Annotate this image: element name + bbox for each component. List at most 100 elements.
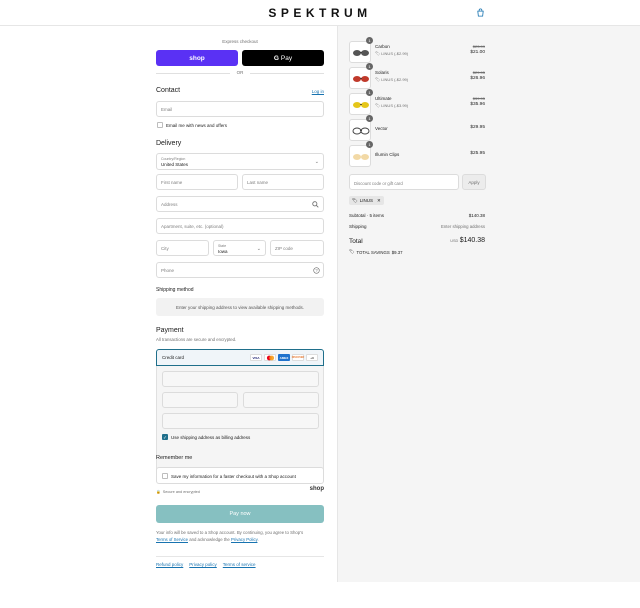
legal-line: Your info will be saved to a Shop accoun… xyxy=(156,530,304,535)
state-value: Iowa xyxy=(218,249,228,254)
pay-now-button[interactable]: Pay now xyxy=(156,505,324,523)
express-checkout-title: Express checkout xyxy=(222,39,258,44)
country-value: United States xyxy=(161,162,189,167)
login-link[interactable]: Log in xyxy=(312,89,324,94)
quantity-badge: 1 xyxy=(366,115,373,122)
subtotal-label: Subtotal · 5 items xyxy=(349,213,385,218)
product-thumbnail xyxy=(349,41,371,63)
apartment-field[interactable]: Apartment, suite, etc. (optional) xyxy=(156,218,324,234)
chevron-down-icon: ⌄ xyxy=(314,159,319,165)
item-price: $21.00 xyxy=(470,50,485,55)
secure-encrypted: 🔒 Secure and encrypted xyxy=(156,489,200,495)
terms-link[interactable]: Terms of Service xyxy=(156,537,188,542)
line-item: 1 Ultimate 🏷 LINUS (-$3.99) $39.95 $35.9… xyxy=(349,89,485,115)
email-field[interactable]: Email xyxy=(156,101,324,117)
apply-discount-button[interactable]: Apply xyxy=(462,174,486,190)
zip-placeholder: ZIP code xyxy=(275,246,293,251)
close-icon[interactable]: ✕ xyxy=(377,198,381,204)
item-discount-text: LINUS (-$2.99) xyxy=(381,77,409,82)
discount-code-input[interactable]: Discount code or gift card xyxy=(349,174,459,190)
amex-icon: AMEX xyxy=(278,354,290,361)
shipping-value: Enter shipping address xyxy=(441,224,485,229)
privacy-link[interactable]: Privacy Policy xyxy=(231,537,257,542)
item-original-price: $29.95 xyxy=(472,70,485,75)
header: SPEKTRUM xyxy=(0,0,640,26)
card-number-field[interactable] xyxy=(162,371,319,387)
phone-field[interactable]: Phone ? xyxy=(156,262,324,278)
name-on-card-field[interactable] xyxy=(162,413,319,429)
shop-pay-button[interactable]: shop xyxy=(156,50,238,66)
city-placeholder: City xyxy=(161,246,169,251)
state-label: State xyxy=(218,243,227,248)
quantity-badge: 1 xyxy=(366,89,373,96)
legal-end: . xyxy=(257,537,259,542)
brand-logo[interactable]: SPEKTRUM xyxy=(0,6,640,20)
country-select[interactable]: Country/Region United States ⌄ xyxy=(156,153,324,170)
apply-label: Apply xyxy=(468,179,480,185)
item-price: $26.96 xyxy=(470,76,485,81)
legal-text: Your info will be saved to a Shop accoun… xyxy=(156,529,324,543)
address-field[interactable]: Address xyxy=(156,196,324,212)
email-placeholder: Email xyxy=(161,107,173,112)
card-brand-icons: VISA AMEX DISCOVER +3 xyxy=(250,354,318,361)
shipping-method-title: Shipping method xyxy=(156,287,194,293)
shopping-bag-icon[interactable] xyxy=(476,8,485,17)
shipping-label: Shipping xyxy=(349,224,367,229)
tag-icon: 🏷 xyxy=(352,197,358,203)
line-item: 1 Vector $29.95 xyxy=(349,115,485,141)
apartment-placeholder: Apartment, suite, etc. (optional) xyxy=(161,224,224,229)
item-original-price: $39.95 xyxy=(472,96,485,101)
item-discount-text: LINUS (-$2.99) xyxy=(381,51,409,56)
quantity-badge: 1 xyxy=(366,63,373,70)
product-thumbnail xyxy=(349,145,371,167)
last-name-placeholder: Last name xyxy=(247,180,269,185)
privacy-policy-link[interactable]: Privacy policy xyxy=(189,562,217,567)
state-select[interactable]: State Iowa ⌄ xyxy=(213,240,266,256)
item-name: Solaris xyxy=(375,70,389,75)
footer-divider xyxy=(156,556,324,557)
visa-icon: VISA xyxy=(250,354,262,361)
shop-pay-label: shop xyxy=(189,54,205,62)
applied-code: LINUS xyxy=(359,198,373,203)
applied-discount-chip: 🏷 LINUS ✕ xyxy=(349,196,384,205)
refund-policy-link[interactable]: Refund policy xyxy=(156,562,183,567)
credit-card-option[interactable]: Credit card VISA AMEX DISCOVER +3 xyxy=(156,349,324,366)
security-code-field[interactable] xyxy=(243,392,319,408)
product-thumbnail xyxy=(349,119,371,141)
billing-same-checkbox[interactable]: ✓ xyxy=(162,434,168,440)
total-amount: USD $140.38 xyxy=(420,237,485,244)
shipping-method-placeholder: Enter your shipping address to view avai… xyxy=(156,298,324,316)
last-name-field[interactable]: Last name xyxy=(242,174,324,190)
search-icon xyxy=(312,201,319,208)
terms-of-service-link[interactable]: Terms of service xyxy=(223,562,256,567)
mastercard-icon xyxy=(264,354,276,361)
legal-mid: and acknowledge the xyxy=(188,537,232,542)
expiration-date-field[interactable] xyxy=(162,392,238,408)
or-divider: OR xyxy=(156,70,324,76)
help-icon[interactable]: ? xyxy=(313,267,320,274)
more-cards-badge: +3 xyxy=(306,354,318,361)
product-thumbnail xyxy=(349,67,371,89)
remember-me-box[interactable]: Save my information for a faster checkou… xyxy=(156,467,324,484)
google-pay-label: Pay xyxy=(280,54,293,62)
secure-label: Secure and encrypted xyxy=(162,489,200,494)
total-label: Total xyxy=(349,238,363,245)
remember-me-checkbox[interactable] xyxy=(162,473,168,479)
item-original-price: $23.99 xyxy=(472,44,485,49)
item-discount: 🏷 LINUS (-$2.99) xyxy=(375,51,409,56)
first-name-field[interactable]: First name xyxy=(156,174,238,190)
savings-label: TOTAL SAVINGS xyxy=(356,249,390,255)
google-pay-button[interactable]: G Pay xyxy=(242,50,324,66)
newsletter-checkbox[interactable] xyxy=(157,122,163,128)
product-thumbnail xyxy=(349,93,371,115)
newsletter-label: Email me with news and offers xyxy=(166,123,227,128)
total-value: $140.38 xyxy=(459,237,485,244)
city-field[interactable]: City xyxy=(156,240,209,256)
remember-me-title: Remember me xyxy=(156,455,193,461)
contact-title: Contact xyxy=(156,87,181,94)
delivery-title: Delivery xyxy=(156,140,182,147)
phone-placeholder: Phone xyxy=(161,268,175,273)
zip-field[interactable]: ZIP code xyxy=(270,240,324,256)
item-name: Vector xyxy=(375,126,388,131)
discover-icon: DISCOVER xyxy=(291,354,305,361)
